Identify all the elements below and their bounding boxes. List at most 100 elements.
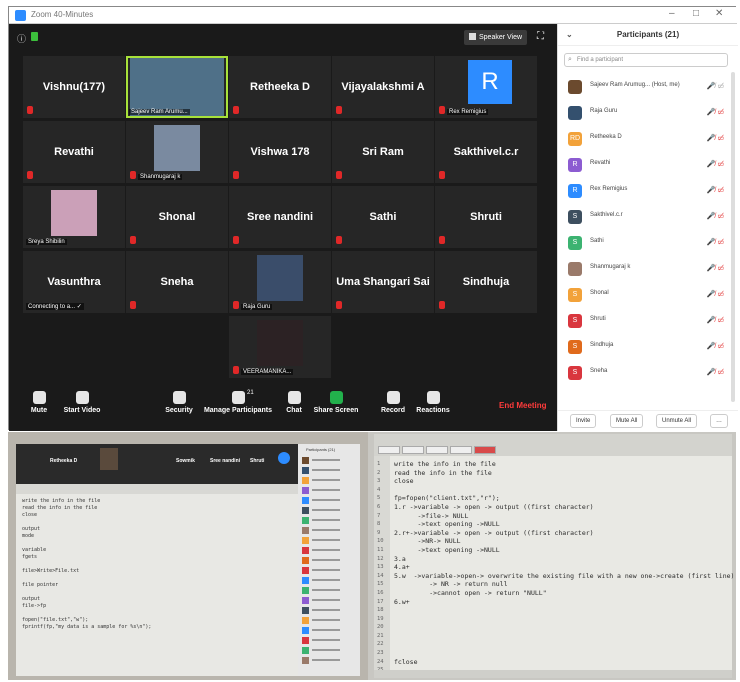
participant-name-blur	[312, 539, 340, 541]
security-button[interactable]: Security	[159, 391, 199, 414]
more-options-button[interactable]: …	[710, 414, 728, 428]
muted-mic-video-icon[interactable]: 🎤̸ ▭̸	[707, 160, 724, 168]
chevron-down-icon[interactable]: ⌄	[566, 24, 573, 46]
participant-tile[interactable]: Sindhuja	[435, 251, 537, 313]
participant-tile-name: Shruti	[470, 211, 502, 223]
participant-tile-name: Sakthivel.c.r	[453, 146, 519, 158]
speaker-view-button[interactable]: Speaker View	[464, 30, 528, 45]
share-screen-button[interactable]: Share Screen	[311, 391, 361, 414]
participant-list-item[interactable]: S Sindhuja 🎤̸ ▭̸	[564, 338, 728, 356]
record-button[interactable]: Record	[375, 391, 411, 414]
participant-tile[interactable]: Shruti	[435, 186, 537, 248]
participant-tile-name: Sree nandini	[246, 211, 314, 223]
participant-tile[interactable]: Vishnu(177)	[23, 56, 125, 118]
muted-mic-video-icon[interactable]: 🎤̸ ▭̸	[707, 290, 724, 298]
list-item	[302, 606, 356, 615]
participant-list-item[interactable]: RD Retheeka D 🎤̸ ▭̸	[564, 130, 728, 148]
participant-list-item[interactable]: S Sneha 🎤̸ ▭̸	[564, 364, 728, 382]
participant-tile[interactable]: Vishwa 178	[229, 121, 331, 183]
participant-tile[interactable]: Vasunthra Connecting to a... ✓	[23, 251, 125, 313]
avatar	[302, 647, 309, 654]
participant-tile[interactable]: Sri Ram	[332, 121, 434, 183]
muted-mic-video-icon[interactable]: 🎤̸ ▭̸	[707, 108, 724, 116]
participant-tile[interactable]: Sneha	[126, 251, 228, 313]
participant-name: Sakthivel.c.r	[590, 212, 623, 218]
manage-participants-button[interactable]: Manage Participants	[199, 391, 277, 414]
avatar	[302, 597, 309, 604]
muted-mic-icon	[233, 366, 239, 374]
muted-mic-video-icon[interactable]: 🎤̸ ▭̸	[707, 82, 724, 90]
participant-list-item[interactable]: S Sathi 🎤̸ ▭̸	[564, 234, 728, 252]
end-meeting-button[interactable]: End Meeting	[499, 401, 547, 410]
encryption-lock-icon[interactable]	[31, 32, 38, 41]
mute-button[interactable]: Mute	[19, 391, 59, 414]
participant-tile[interactable]: Retheeka D	[229, 56, 331, 118]
participant-tile[interactable]: Sajeev Ram Arumu...	[126, 56, 228, 118]
participant-tile-name: Sreya Shibilin	[26, 239, 67, 245]
participant-list-item[interactable]: S Sakthivel.c.r 🎤̸ ▭̸	[564, 208, 728, 226]
participant-tile-name: Shonal	[158, 211, 196, 223]
list-item	[302, 526, 356, 535]
participant-list-item[interactable]: Raja Guru 🎤̸ ▭̸	[564, 104, 728, 122]
minimize-icon[interactable]: –	[669, 8, 675, 19]
editor-tab[interactable]	[450, 446, 472, 454]
participant-tile[interactable]: Sree nandini	[229, 186, 331, 248]
muted-mic-video-icon[interactable]: 🎤̸ ▭̸	[707, 264, 724, 272]
muted-mic-video-icon[interactable]: 🎤̸ ▭̸	[707, 368, 724, 376]
mute-all-button[interactable]: Mute All	[610, 414, 644, 428]
participant-list-item[interactable]: Sajeev Ram Arumug... (Host, me) 🎤̸ ▭̸	[564, 78, 728, 96]
muted-mic-video-icon[interactable]: 🎤̸ ▭̸	[707, 212, 724, 220]
close-icon[interactable]: ✕	[715, 8, 723, 19]
editor-tab[interactable]	[402, 446, 424, 454]
participant-tile[interactable]: Revathi	[23, 121, 125, 183]
participant-tile[interactable]: R Rex Remigius	[435, 56, 537, 118]
muted-mic-video-icon[interactable]: 🎤̸ ▭̸	[707, 186, 724, 194]
zoom-app-icon	[15, 10, 26, 21]
notepad-plus-toolbar	[374, 434, 732, 456]
find-participant-input[interactable]: ⌕ Find a participant	[564, 53, 728, 67]
photo-right-monitor: 1 2 3 4 5 6 7 8 9 10 11 12 13 14 15 16 1…	[368, 432, 736, 680]
unmute-all-button[interactable]: Unmute All	[656, 414, 698, 428]
muted-mic-video-icon[interactable]: 🎤̸ ▭̸	[707, 238, 724, 246]
muted-mic-video-icon[interactable]: 🎤̸ ▭̸	[707, 316, 724, 324]
participant-tile[interactable]: Sreya Shibilin	[23, 186, 125, 248]
participant-tile[interactable]: Uma Shangari Sai	[332, 251, 434, 313]
participant-tile[interactable]: Sakthivel.c.r	[435, 121, 537, 183]
participant-list-item[interactable]: S Shruti 🎤̸ ▭̸	[564, 312, 728, 330]
editor-tab[interactable]	[426, 446, 448, 454]
editor-tab[interactable]	[378, 446, 400, 454]
info-icon[interactable]: ⓘ	[17, 32, 26, 45]
chat-button[interactable]: Chat	[279, 391, 309, 414]
participant-tile[interactable]: VEERAMANIKA...	[229, 316, 331, 378]
participant-tile-name: Revathi	[54, 146, 94, 158]
maximize-icon[interactable]: □	[693, 8, 699, 19]
participant-list-item[interactable]: R Revathi 🎤̸ ▭̸	[564, 156, 728, 174]
participant-tile[interactable]: Shanmugaraj k	[126, 121, 228, 183]
start-video-button[interactable]: Start Video	[54, 391, 110, 414]
participant-list-item[interactable]: Shanmugaraj k 🎤̸ ▭̸	[564, 260, 728, 278]
participant-tile-name: Shanmugaraj k	[138, 174, 183, 180]
reactions-button[interactable]: Reactions	[413, 391, 453, 414]
invite-button[interactable]: Invite	[570, 414, 597, 428]
muted-mic-video-icon[interactable]: 🎤̸ ▭̸	[707, 134, 724, 142]
fullscreen-icon[interactable]: ⛶	[537, 31, 544, 42]
participant-tile[interactable]: Vijayalakshmi A	[332, 56, 434, 118]
participant-name-blur	[312, 549, 340, 551]
screenshot-root: Zoom 40-Minutes – □ ✕ ⓘ Speaker View ⛶ V…	[0, 0, 740, 682]
participant-list-item[interactable]: S Shonal 🎤̸ ▭̸	[564, 286, 728, 304]
photo-left-monitor: Retheeka D Sowmik Sree nandini Shruti Pa…	[8, 432, 368, 680]
participant-tile[interactable]: Shonal	[126, 186, 228, 248]
participant-name-blur	[312, 649, 340, 651]
editor-tab-active[interactable]	[474, 446, 496, 454]
participant-name-blur	[312, 609, 340, 611]
avatar: S	[568, 210, 582, 224]
participant-tile-name: Rex Remigius	[447, 109, 489, 115]
participant-video-feed	[257, 255, 303, 301]
muted-mic-video-icon[interactable]: 🎤̸ ▭̸	[707, 342, 724, 350]
participant-tile[interactable]: Raja Guru	[229, 251, 331, 313]
participant-name: Shruti	[590, 316, 606, 322]
avatar	[302, 477, 309, 484]
participant-list-item[interactable]: R Rex Remigius 🎤̸ ▭̸	[564, 182, 728, 200]
participant-list-scrollbar[interactable]	[731, 72, 735, 402]
participant-tile[interactable]: Sathi	[332, 186, 434, 248]
